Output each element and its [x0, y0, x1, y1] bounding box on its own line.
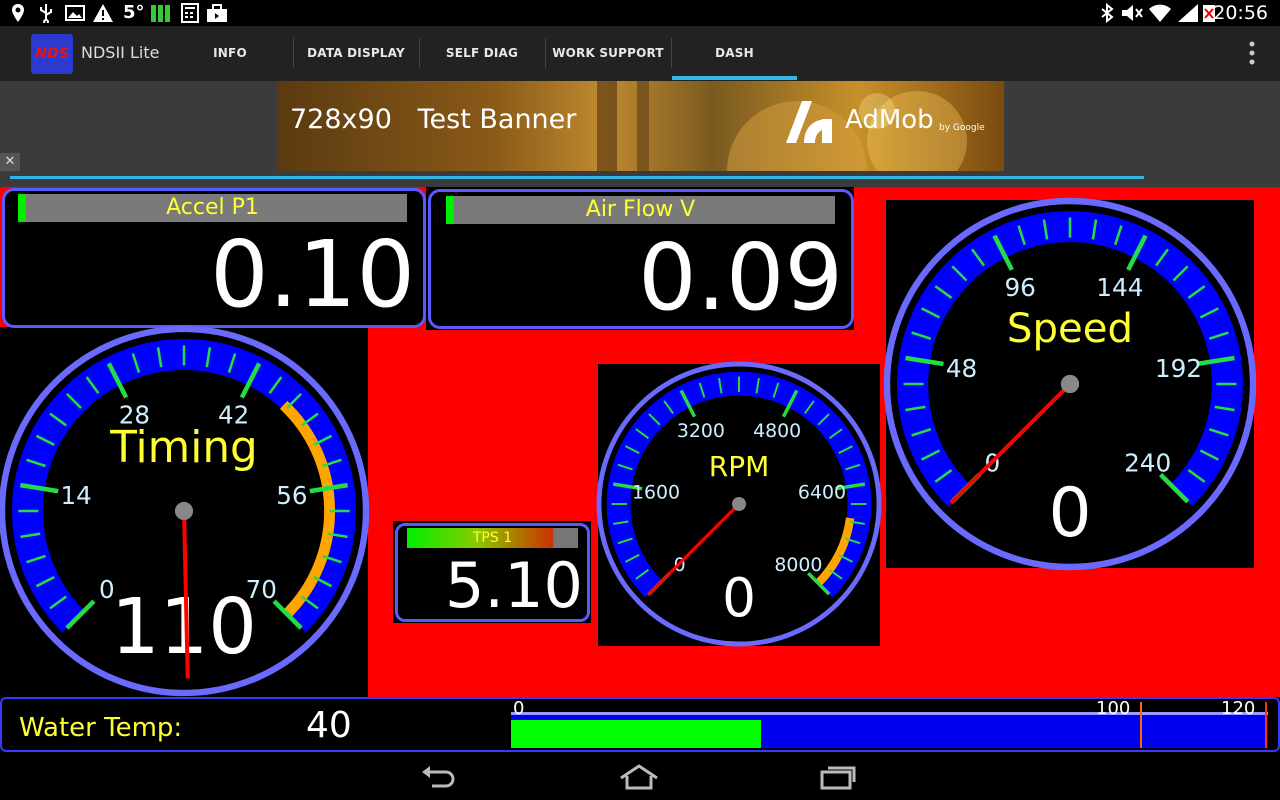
- status-bar: 5° 20:56: [0, 0, 1280, 26]
- water-warning-line: [1140, 702, 1142, 748]
- location-icon: [12, 4, 24, 22]
- divider-line: [10, 176, 1144, 179]
- back-icon[interactable]: [420, 764, 456, 790]
- bluetooth-icon: [1101, 3, 1114, 23]
- water-scale-max: 120: [1221, 698, 1256, 719]
- tab-self-diag[interactable]: SELF DIAG: [420, 30, 544, 78]
- accel-p1-title: Accel P1: [18, 194, 407, 222]
- wifi-icon: [1149, 4, 1171, 22]
- clock: 20:56: [1213, 2, 1268, 24]
- accel-p1-bar: [18, 194, 26, 222]
- air-flow-v-bar: [446, 196, 454, 224]
- cell-signal-icon: [1178, 4, 1198, 22]
- mute-icon: [1122, 5, 1143, 21]
- tab-data-display[interactable]: DATA DISPLAY: [294, 30, 418, 78]
- water-temp-bar-fill: [511, 720, 761, 748]
- image-icon: [65, 5, 85, 21]
- water-temp-label: Water Temp:: [19, 713, 183, 743]
- temperature-text: 5°: [123, 2, 145, 23]
- tab-dash[interactable]: DASH: [672, 30, 797, 78]
- air-flow-v-value: 0.09: [638, 224, 843, 331]
- usb-icon: [40, 4, 52, 23]
- tab-info[interactable]: INFO: [168, 30, 292, 78]
- home-icon[interactable]: [618, 764, 660, 790]
- app-logo-icon[interactable]: NDS: [31, 34, 73, 74]
- accel-p1-value: 0.10: [210, 221, 415, 328]
- tps-1-title: TPS 1: [407, 528, 578, 548]
- briefcase-icon: [207, 4, 227, 22]
- recent-apps-icon[interactable]: [820, 764, 858, 790]
- tab-work-support[interactable]: WORK SUPPORT: [546, 30, 670, 78]
- tab-selected-indicator: [672, 76, 797, 80]
- rpm-gauge-box: [598, 364, 880, 646]
- tps-1-value: 5.10: [444, 549, 583, 622]
- calculator-icon: [181, 3, 199, 23]
- water-max-line: [1265, 702, 1267, 748]
- water-scale-min: 0: [513, 698, 525, 719]
- water-scale-mid: 100: [1096, 698, 1131, 719]
- dashboard-left-panel: [0, 327, 368, 697]
- admob-brand: AdMob: [845, 105, 934, 135]
- admob-logo-icon: [786, 101, 832, 143]
- warning-icon: [93, 4, 113, 22]
- overflow-menu-icon[interactable]: [1242, 38, 1262, 68]
- speed-gauge-box: [886, 200, 1254, 568]
- air-flow-v-title: Air Flow V: [446, 196, 835, 224]
- app-title: NDSII Lite: [81, 43, 160, 62]
- ad-banner-text: 728x90 Test Banner: [290, 104, 577, 135]
- signal-bars-icon: [151, 5, 170, 22]
- by-google: by Google: [939, 123, 985, 133]
- water-temp-value: 40: [306, 705, 352, 746]
- ad-close-button[interactable]: ✕: [0, 153, 20, 171]
